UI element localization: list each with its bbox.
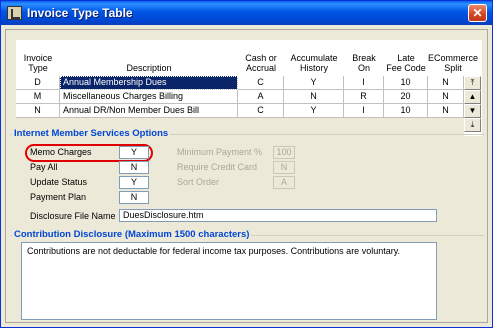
cell-invoice-type[interactable]: N — [16, 104, 60, 118]
disclosure-file-label: Disclosure File Name — [30, 211, 116, 221]
cell-description[interactable]: Miscellaneous Charges Billing — [60, 90, 238, 104]
cell-accumulate-history[interactable]: N — [284, 90, 344, 104]
invoice-type-grid: Invoice Type Description Cash or Accrual… — [16, 40, 482, 136]
cell-ecommerce-split[interactable]: N — [428, 90, 464, 104]
cell-break-on[interactable]: I — [344, 104, 384, 118]
sort-order-field: A — [273, 176, 295, 189]
close-button[interactable]: ✕ — [468, 4, 487, 22]
column-header-cash-accrual[interactable]: Cash or Accrual — [238, 40, 284, 76]
cell-ecommerce-split[interactable]: N — [428, 104, 464, 118]
update-status-field[interactable]: Y — [119, 176, 149, 189]
column-header-late-fee-code[interactable]: Late Fee Code — [384, 40, 428, 76]
column-header-description[interactable]: Description — [60, 40, 238, 76]
scroll-up-button[interactable]: ▲ — [464, 90, 481, 104]
cell-late-fee-code[interactable]: 10 — [384, 104, 428, 118]
disclosure-file-field[interactable]: DuesDisclosure.htm — [119, 209, 437, 222]
ims-group-title: Internet Member Services Options — [12, 128, 171, 139]
payment-plan-label: Payment Plan — [30, 192, 87, 202]
title-bar[interactable]: Invoice Type Table ✕ — [1, 1, 492, 25]
contribution-disclosure-textarea[interactable]: Contributions are not deductable for fed… — [21, 242, 437, 320]
pay-all-field[interactable]: N — [119, 161, 149, 174]
cell-late-fee-code[interactable]: 10 — [384, 76, 428, 90]
update-status-label: Update Status — [30, 177, 88, 187]
cell-break-on[interactable]: R — [344, 90, 384, 104]
window-title: Invoice Type Table — [27, 6, 133, 20]
invoice-type-window: Invoice Type Table ✕ Invoice Type Descri… — [0, 0, 493, 328]
table-row[interactable]: M Miscellaneous Charges Billing A N R 20… — [16, 90, 464, 104]
scroll-down-button[interactable]: ▼ — [464, 104, 481, 118]
cell-cash-accrual[interactable]: A — [238, 90, 284, 104]
cell-invoice-type[interactable]: M — [16, 90, 60, 104]
cell-accumulate-history[interactable]: Y — [284, 76, 344, 90]
cell-description[interactable]: Annual DR/Non Member Dues Bill — [60, 104, 238, 118]
cell-cash-accrual[interactable]: C — [238, 76, 284, 90]
cell-invoice-type[interactable]: D — [16, 76, 60, 90]
column-header-accumulate-history[interactable]: Accumulate History — [284, 40, 344, 76]
pay-all-label: Pay All — [30, 162, 58, 172]
content-panel: Invoice Type Description Cash or Accrual… — [5, 29, 488, 323]
cell-cash-accrual[interactable]: C — [238, 104, 284, 118]
min-payment-label: Minimum Payment % — [177, 147, 263, 157]
memo-charges-label: Memo Charges — [30, 147, 92, 157]
column-header-ecommerce-split[interactable]: ECommerce Split — [428, 40, 478, 76]
require-cc-field: N — [273, 161, 295, 174]
sort-order-label: Sort Order — [177, 177, 220, 187]
contribution-group-title: Contribution Disclosure (Maximum 1500 ch… — [12, 229, 252, 240]
column-header-break-on[interactable]: Break On — [344, 40, 384, 76]
cell-accumulate-history[interactable]: Y — [284, 104, 344, 118]
cell-late-fee-code[interactable]: 20 — [384, 90, 428, 104]
table-row[interactable]: D Annual Membership Dues C Y I 10 N — [16, 76, 464, 90]
require-cc-label: Require Credit Card — [177, 162, 258, 172]
scroll-bottom-button[interactable]: ⤓ — [464, 118, 481, 132]
cell-ecommerce-split[interactable]: N — [428, 76, 464, 90]
table-row[interactable]: N Annual DR/Non Member Dues Bill C Y I 1… — [16, 104, 464, 118]
min-payment-field: 100 — [273, 146, 295, 159]
cell-description[interactable]: Annual Membership Dues — [60, 76, 238, 90]
column-header-invoice-type[interactable]: Invoice Type — [16, 40, 60, 76]
payment-plan-field[interactable]: N — [119, 191, 149, 204]
app-icon — [7, 6, 22, 20]
scroll-top-button[interactable]: ⤒ — [464, 76, 481, 90]
cell-break-on[interactable]: I — [344, 76, 384, 90]
memo-charges-field[interactable]: Y — [119, 146, 149, 159]
grid-header: Invoice Type Description Cash or Accrual… — [16, 40, 482, 76]
